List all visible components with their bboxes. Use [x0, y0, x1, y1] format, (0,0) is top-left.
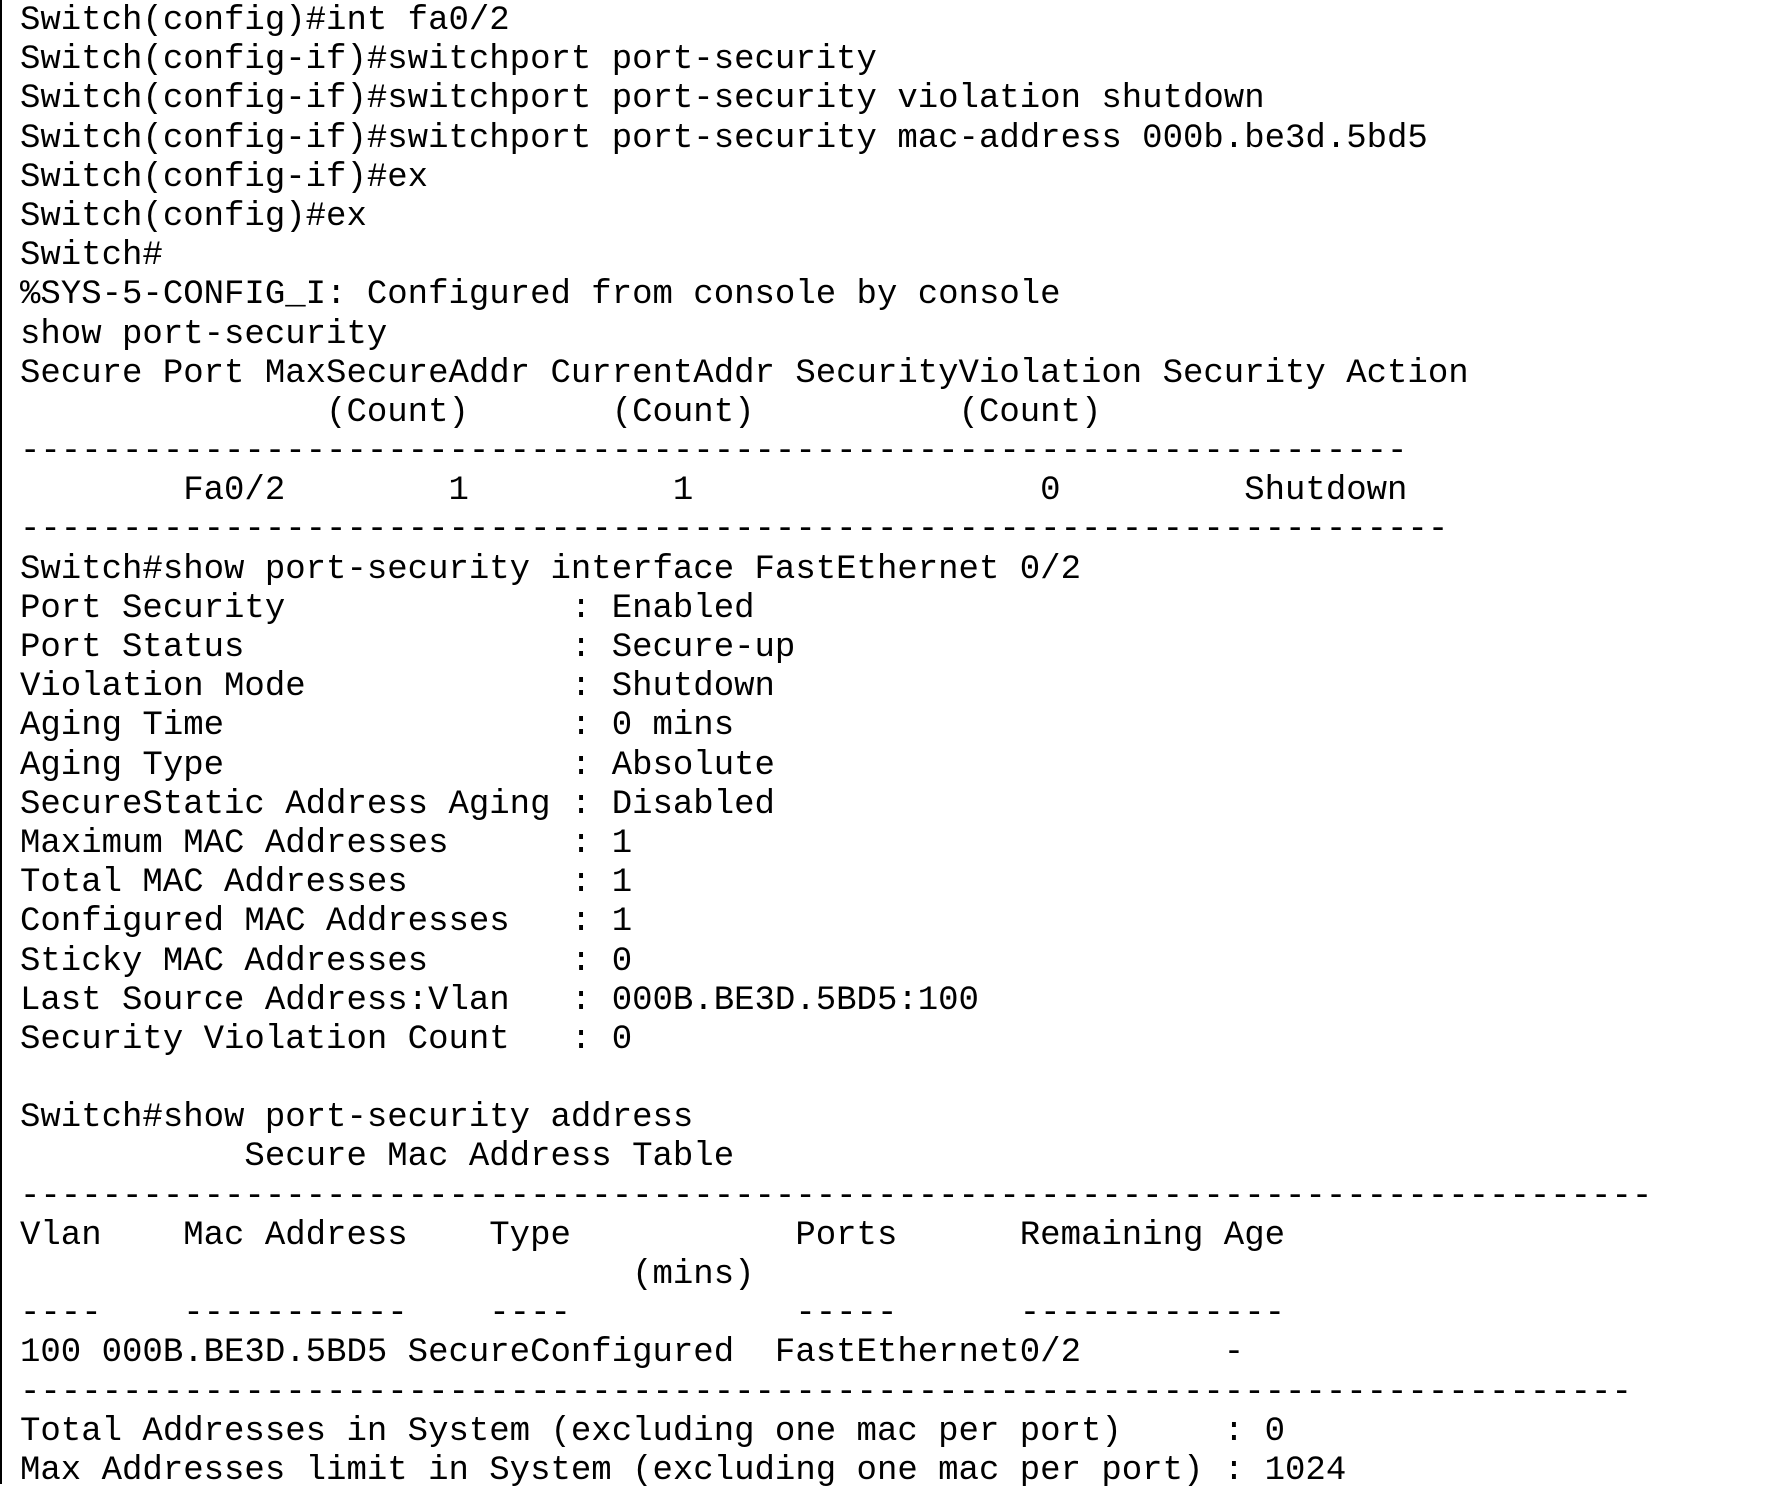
status-row: Sticky MAC Addresses : 0 [20, 942, 633, 981]
table-row: 100 000B.BE3D.5BD5 SecureConfigured Fast… [20, 1334, 1245, 1373]
status-row: Security Violation Count : 0 [20, 1020, 633, 1059]
status-row: Aging Time : 0 mins [20, 707, 735, 746]
terminal-line: Switch(config-if)#switchport port-securi… [20, 80, 1265, 119]
table-divider: ----------------------------------------… [20, 511, 1449, 550]
table-divider: ----------------------------------------… [20, 1177, 1653, 1216]
status-row: Aging Type : Absolute [20, 746, 775, 785]
terminal-line: Switch# [20, 237, 163, 276]
terminal-line: Switch(config-if)#ex [20, 158, 429, 197]
table-divider: ----------------------------------------… [20, 433, 1408, 472]
status-row: Maximum MAC Addresses : 1 [20, 824, 633, 863]
terminal-line: Switch#show port-security interface Fast… [20, 550, 1081, 589]
status-row: Last Source Address:Vlan : 000B.BE3D.5BD… [20, 981, 979, 1020]
table-divider: ----------------------------------------… [20, 1373, 1632, 1412]
terminal-line: show port-security [20, 315, 388, 354]
status-row: Port Status : Secure-up [20, 629, 796, 667]
status-row: Configured MAC Addresses : 1 [20, 903, 633, 942]
table-header-row: (mins) [20, 1256, 755, 1294]
status-row: Total MAC Addresses : 1 [20, 864, 633, 903]
terminal-line: %SYS-5-CONFIG_I: Configured from console… [20, 276, 1061, 315]
terminal-line: Switch(config)#ex [20, 197, 367, 236]
table-header-row: (Count) (Count) (Count) [20, 393, 1102, 432]
table-title: Secure Mac Address Table [20, 1138, 735, 1177]
terminal-window[interactable]: Switch(config)#int fa0/2 Switch(config-i… [0, 0, 1774, 1490]
terminal-line: Switch(config-if)#switchport port-securi… [20, 119, 1428, 158]
status-row: Violation Mode : Shutdown [20, 668, 775, 707]
terminal-line: Switch(config)#int fa0/2 [20, 2, 510, 40]
terminal-line: Switch(config-if)#switchport port-securi… [20, 41, 877, 80]
summary-row: Total Addresses in System (excluding one… [20, 1412, 1286, 1451]
summary-row: Max Addresses limit in System (excluding… [20, 1451, 1347, 1490]
table-header-row: Vlan Mac Address Type Ports Remaining Ag… [20, 1216, 1286, 1255]
table-header-row: Secure Port MaxSecureAddr CurrentAddr Se… [20, 354, 1469, 393]
table-divider: ---- ----------- ---- ----- ------------… [20, 1295, 1286, 1334]
table-row: Fa0/2 1 1 0 Shutdown [20, 472, 1408, 511]
status-row: Port Security : Enabled [20, 589, 755, 628]
status-row: SecureStatic Address Aging : Disabled [20, 785, 775, 824]
terminal-line: Switch#show port-security address [20, 1099, 694, 1138]
